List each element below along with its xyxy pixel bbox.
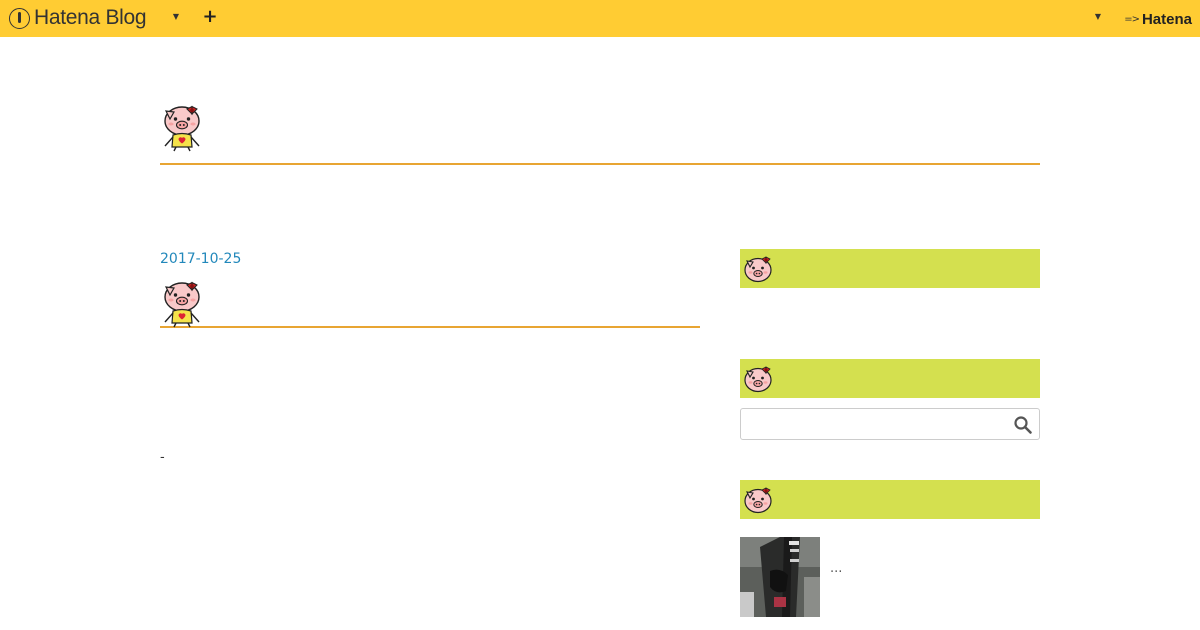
pig-icon (160, 278, 204, 328)
hatena-logo-icon: => (1124, 13, 1140, 25)
search-input[interactable] (745, 412, 1005, 436)
recent-entry-thumbnail[interactable] (740, 537, 820, 617)
blog-menu-caret-icon[interactable]: ▼ (170, 11, 182, 23)
entry-body: - (160, 450, 165, 465)
hatena-logo-text: Hatena (1141, 10, 1192, 28)
sidebar-module-header-profile (740, 249, 1040, 288)
new-entry-button[interactable]: + (202, 7, 218, 27)
entry-date-link[interactable]: 2017-10-25 (160, 251, 241, 267)
sidebar-module-header-recent (740, 480, 1040, 519)
recent-entry-excerpt[interactable]: ... (830, 561, 842, 576)
search-form (740, 408, 1040, 440)
hatena-link[interactable]: => Hatena (1124, 9, 1192, 29)
entry-title[interactable] (160, 278, 700, 328)
hatena-blog-logo[interactable]: Hatena Blog (9, 6, 147, 30)
user-menu-caret-icon[interactable]: ▼ (1092, 11, 1104, 23)
car-seat-photo (740, 537, 820, 617)
pig-icon (160, 102, 204, 152)
sidebar-module-header-search (740, 359, 1040, 398)
search-icon[interactable] (1013, 415, 1033, 435)
global-header: Hatena Blog ▼ + ▼ => Hatena (0, 0, 1200, 37)
hatena-blog-logo-text: Hatena Blog (34, 6, 147, 29)
blog-title[interactable] (160, 100, 1040, 165)
pig-icon (742, 253, 774, 285)
pig-icon (742, 484, 774, 516)
hatena-blog-logo-icon (9, 7, 30, 29)
pig-icon (742, 363, 774, 395)
